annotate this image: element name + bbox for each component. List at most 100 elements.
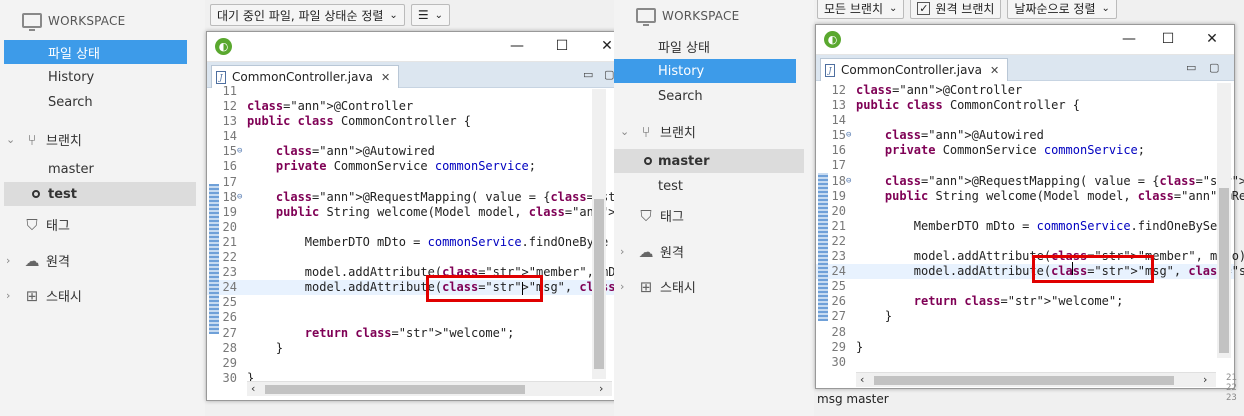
close-button[interactable]: ✕ — [597, 36, 614, 56]
branches-section[interactable]: ⌄ ⑂ 브랜치 — [6, 130, 82, 150]
code-line[interactable]: 21 MemberDTO mDto = commonService.findOn… — [816, 219, 1234, 234]
code-line[interactable]: 15 ⊖ class="ann">@Autowired — [816, 128, 1234, 143]
code-line[interactable]: 11 — [207, 84, 614, 99]
fold-icon[interactable]: ⊖ — [237, 144, 242, 159]
close-button[interactable]: ✕ — [1202, 29, 1222, 49]
maximize-button[interactable]: ☐ — [1158, 29, 1178, 49]
remote-section[interactable]: › ☁ 원격 — [620, 242, 684, 262]
checkmark-icon[interactable]: ✓ — [917, 1, 931, 15]
code-line[interactable]: 16 private CommonService commonService; — [207, 159, 614, 174]
fold-icon[interactable]: ⊖ — [846, 128, 851, 143]
code-line[interactable]: 23 model.addAttribute(class="str">"membe… — [207, 265, 614, 280]
stash-section[interactable]: › ⊞ 스태시 — [620, 277, 696, 297]
code-line[interactable]: 28 — [816, 325, 1234, 340]
sidebar-item-history[interactable]: History — [614, 59, 796, 83]
code-line[interactable]: 24 model.addAttribute(class="str">"msg",… — [816, 264, 1244, 280]
chevron-right-icon[interactable]: › — [620, 245, 632, 258]
code-line[interactable]: 13 public class CommonController { — [816, 98, 1234, 113]
sidebar-item-file-status[interactable]: 파일 상태 — [4, 40, 187, 64]
tab-common-controller[interactable]: J CommonController.java ✕ — [820, 58, 1009, 81]
remote-branch-checkbox[interactable]: ✓ 원격 브랜치 — [910, 0, 1002, 19]
branch-item-master[interactable]: master — [614, 149, 804, 173]
scroll-thumb[interactable] — [265, 385, 525, 394]
chevron-down-icon[interactable]: ⌄ — [620, 125, 632, 138]
chevron-right-icon[interactable]: › — [6, 289, 18, 302]
code-line[interactable]: 25 — [207, 295, 614, 310]
sort-dropdown[interactable]: 날짜순으로 정렬 ⌄ — [1007, 0, 1117, 19]
code-line[interactable]: 22 — [207, 250, 614, 265]
code-line[interactable]: 15 ⊖ class="ann">@Autowired — [207, 144, 614, 159]
code-line[interactable]: 26 — [207, 310, 614, 325]
code-line[interactable]: 25 — [816, 279, 1234, 294]
code-line[interactable]: 12 class="ann">@Controller — [816, 83, 1234, 98]
maximize-view-icon[interactable]: ▢ — [1209, 61, 1219, 74]
scroll-left-icon[interactable]: ‹ — [251, 382, 255, 395]
code-line[interactable]: 16 private CommonService commonService; — [816, 143, 1234, 158]
horizontal-scrollbar[interactable]: ‹ › — [856, 372, 1216, 387]
file-filter-dropdown[interactable]: 대기 중인 파일, 파일 상태순 정렬 ⌄ — [210, 4, 405, 26]
code-line[interactable]: 29 — [207, 356, 614, 371]
code-editor[interactable]: 11 12 class="ann">@Controller 13 public clas… — [207, 84, 614, 385]
close-icon[interactable]: ✕ — [990, 64, 999, 77]
vertical-scrollbar[interactable] — [592, 89, 606, 379]
code-line[interactable]: 24 model.addAttribute(class="str">"msg",… — [207, 280, 614, 296]
branch-filter-dropdown[interactable]: 모든 브랜치 ⌄ — [817, 0, 905, 19]
stash-section[interactable]: › ⊞ 스태시 — [6, 286, 82, 306]
code-line[interactable]: 30 — [816, 355, 1234, 370]
code-line[interactable]: 20 — [207, 220, 614, 235]
chevron-right-icon[interactable]: › — [620, 280, 632, 293]
maximize-view-icon[interactable]: ▢ — [604, 68, 614, 81]
code-line[interactable]: 13 public class CommonController { — [207, 114, 614, 129]
vertical-scrollbar[interactable] — [1217, 83, 1231, 358]
scroll-thumb[interactable] — [1219, 188, 1229, 353]
sidebar-item-search[interactable]: Search — [614, 84, 796, 108]
code-line[interactable]: 19 public String welcome(Model model, cl… — [816, 189, 1244, 204]
sidebar-item-search[interactable]: Search — [4, 90, 187, 114]
sidebar-item-file-status[interactable]: 파일 상태 — [614, 34, 796, 58]
minimize-view-icon[interactable]: ▭ — [583, 68, 593, 81]
code-line[interactable]: 18 ⊖ class="ann">@RequestMapping( value =… — [816, 174, 1244, 189]
code-line[interactable]: 12 class="ann">@Controller — [207, 99, 614, 114]
maximize-button[interactable]: ☐ — [552, 36, 572, 56]
code-line[interactable]: 21 MemberDTO mDto = commonService.findOn… — [207, 235, 614, 250]
close-icon[interactable]: ✕ — [381, 71, 390, 84]
sidebar-item-history[interactable]: History — [4, 65, 187, 89]
scroll-right-icon[interactable]: › — [599, 382, 603, 395]
code-line[interactable]: 17 — [816, 158, 1234, 173]
view-options-dropdown[interactable]: ☰ ⌄ — [410, 4, 450, 26]
scroll-left-icon[interactable]: ‹ — [860, 373, 864, 386]
code-line[interactable]: 27 } — [816, 309, 1234, 324]
code-line[interactable]: 19 public String welcome(Model model, cl… — [207, 205, 614, 220]
minimize-button[interactable]: — — [507, 36, 527, 56]
remote-section[interactable]: › ☁ 원격 — [6, 251, 70, 271]
branch-item-test[interactable]: test — [614, 174, 804, 198]
tags-section[interactable]: ⛉ 태그 — [620, 206, 684, 226]
code-line[interactable]: 22 — [816, 234, 1234, 249]
code-line[interactable]: 20 — [816, 204, 1234, 219]
code-line[interactable]: 17 — [207, 175, 614, 190]
minimize-view-icon[interactable]: ▭ — [1186, 61, 1196, 74]
code-line[interactable]: 27 return class="str">"welcome"; — [207, 326, 614, 341]
fold-icon[interactable]: ⊖ — [237, 190, 242, 205]
branch-item-test[interactable]: test — [4, 182, 196, 206]
stash-icon: ⊞ — [639, 277, 653, 296]
scroll-right-icon[interactable]: › — [1203, 373, 1207, 386]
branch-item-master[interactable]: master — [4, 157, 196, 181]
tags-section[interactable]: ⛉ 태그 — [6, 215, 70, 235]
code-line[interactable]: 23 model.addAttribute(class="str">"membe… — [816, 249, 1244, 264]
horizontal-scrollbar[interactable]: ‹ › — [247, 381, 612, 396]
scroll-thumb[interactable] — [874, 376, 1174, 385]
branches-section[interactable]: ⌄ ⑂ 브랜치 — [620, 122, 696, 142]
code-editor[interactable]: 12 class="ann">@Controller 13 public class … — [816, 83, 1244, 373]
code-line[interactable]: 28 } — [207, 341, 614, 356]
code-line[interactable]: 14 — [207, 129, 614, 144]
chevron-right-icon[interactable]: › — [6, 254, 18, 267]
code-line[interactable]: 29} — [816, 340, 1234, 355]
code-line[interactable]: 14 — [816, 113, 1234, 128]
scroll-thumb[interactable] — [594, 199, 604, 369]
fold-icon[interactable]: ⊖ — [846, 174, 851, 189]
code-line[interactable]: 26 return class="str">"welcome"; — [816, 294, 1234, 309]
code-line[interactable]: 18 ⊖ class="ann">@RequestMapping( value =… — [207, 190, 614, 205]
chevron-down-icon[interactable]: ⌄ — [6, 133, 18, 146]
minimize-button[interactable]: — — [1119, 29, 1139, 49]
